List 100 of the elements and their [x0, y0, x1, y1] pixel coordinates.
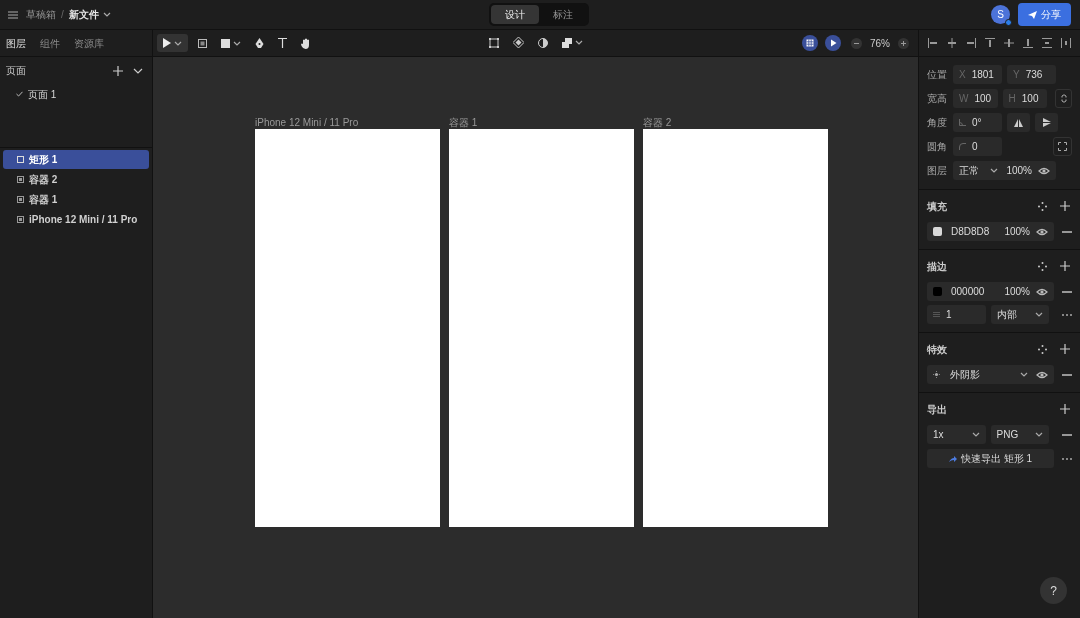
avatar[interactable]: S — [991, 5, 1010, 24]
chevron-down-icon[interactable] — [990, 168, 999, 173]
layer-item[interactable]: 容器 1 — [3, 190, 149, 209]
field-value: 1 — [946, 308, 952, 322]
field-value: 0° — [972, 116, 982, 130]
grid-icon[interactable] — [802, 35, 818, 51]
color-swatch[interactable] — [933, 227, 942, 236]
four-dots-icon[interactable] — [1038, 261, 1047, 271]
stroke-position-field[interactable]: 内部 — [990, 305, 1049, 324]
frame-icon — [17, 176, 24, 183]
more-icon[interactable] — [1062, 457, 1072, 460]
blend-mode-field[interactable]: 正常 100% — [953, 161, 1056, 180]
layer-item[interactable]: iPhone 12 Mini / 11 Pro — [3, 210, 149, 229]
input-field[interactable]: H 100 — [1002, 89, 1048, 108]
section-title: 描边 — [927, 259, 947, 274]
mode-tab[interactable]: 标注 — [539, 5, 587, 24]
distribute-horizontal-icon[interactable] — [1061, 38, 1071, 48]
flip-vertical-button[interactable] — [1035, 113, 1058, 132]
scale-dropdown[interactable]: 1x — [927, 425, 986, 444]
panel-tab[interactable]: 图层 — [6, 35, 26, 51]
panel-tab[interactable]: 组件 — [40, 35, 60, 51]
layer-item[interactable]: 容器 2 — [3, 170, 149, 189]
plus-icon[interactable] — [113, 65, 123, 76]
effect-field[interactable]: 外阴影 — [927, 365, 1054, 384]
input-field[interactable]: X 1801 — [953, 65, 1002, 84]
menu-icon[interactable] — [8, 10, 18, 19]
flip-horizontal-button[interactable] — [1007, 113, 1030, 132]
field-value: 外阴影 — [950, 368, 980, 382]
independent-corners-button[interactable] — [1053, 137, 1072, 156]
frame-icon — [17, 216, 24, 223]
help-button[interactable]: ? — [1040, 577, 1067, 604]
half-circle-icon[interactable] — [538, 37, 548, 48]
align-center-icon[interactable] — [947, 38, 957, 48]
chevron-down-icon[interactable] — [133, 67, 143, 74]
format-dropdown[interactable]: PNG — [990, 425, 1049, 444]
select-tool-button[interactable] — [157, 34, 188, 52]
minus-icon[interactable] — [1062, 290, 1072, 293]
export-arrow-icon — [948, 455, 957, 462]
plus-icon[interactable] — [1060, 201, 1070, 211]
minus-icon[interactable] — [1062, 373, 1072, 376]
page-item[interactable]: 页面 1 — [0, 84, 152, 104]
input-field[interactable]: 0 — [953, 137, 1002, 156]
field-value: 100 — [1021, 92, 1039, 106]
minus-icon[interactable] — [1062, 230, 1072, 233]
chevron-down-icon[interactable] — [174, 40, 182, 46]
mode-tab[interactable]: 设计 — [491, 5, 539, 24]
frame-tool-icon[interactable] — [198, 38, 207, 48]
eye-icon[interactable] — [1036, 287, 1048, 296]
plus-icon[interactable] — [1060, 344, 1070, 354]
four-dots-icon[interactable] — [1038, 344, 1047, 354]
eye-icon[interactable] — [1036, 370, 1048, 379]
zoom-out-icon[interactable] — [851, 37, 862, 49]
distribute-vertical-icon[interactable] — [1042, 38, 1052, 48]
chevron-down-icon[interactable] — [102, 12, 111, 17]
chevron-down-icon[interactable] — [971, 432, 980, 437]
color-field[interactable]: D8D8D8 100% — [927, 222, 1054, 241]
rectangle-tool-icon[interactable] — [221, 38, 230, 48]
align-middle-icon[interactable] — [1004, 38, 1014, 48]
align-top-icon[interactable] — [985, 38, 995, 48]
angle-icon — [959, 119, 966, 126]
chevron-down-icon[interactable] — [1035, 312, 1043, 317]
field-value: D8D8D8 — [951, 225, 990, 239]
breadcrumb-item[interactable]: 新文件 — [68, 7, 99, 22]
bounding-box-icon[interactable] — [489, 37, 499, 48]
eye-icon[interactable] — [1038, 166, 1050, 175]
constrain-button[interactable] — [1055, 89, 1072, 108]
layer-item[interactable]: 矩形 1 — [3, 150, 149, 169]
plus-icon[interactable] — [1060, 261, 1070, 271]
chevron-down-icon[interactable] — [575, 40, 583, 45]
frame-label[interactable]: 容器 2 — [643, 118, 828, 127]
hand-tool-icon[interactable] — [301, 37, 311, 49]
input-field[interactable]: 1 — [927, 305, 986, 324]
zoom-level[interactable]: 76% — [869, 35, 891, 51]
eye-icon[interactable] — [1036, 227, 1048, 236]
zoom-in-icon[interactable] — [898, 37, 909, 49]
more-icon[interactable] — [1062, 313, 1072, 316]
frame-label[interactable]: 容器 1 — [449, 118, 634, 127]
quick-export-button[interactable]: 快速导出 矩形 1 — [927, 449, 1054, 468]
panel-tab[interactable]: 资源库 — [74, 35, 104, 51]
input-field[interactable]: 0° — [953, 113, 1002, 132]
boolean-icon[interactable] — [562, 37, 572, 48]
pen-tool-icon[interactable] — [255, 38, 264, 48]
align-bottom-icon[interactable] — [1023, 38, 1033, 48]
plus-icon[interactable] — [1060, 404, 1070, 414]
play-icon[interactable] — [825, 35, 841, 51]
align-right-icon[interactable] — [966, 38, 976, 48]
chevron-down-icon[interactable] — [1020, 372, 1028, 377]
chevron-down-icon[interactable] — [1035, 432, 1043, 437]
breadcrumb-item[interactable]: 草稿箱 — [26, 7, 56, 22]
diamond-icon[interactable] — [513, 37, 524, 48]
align-left-icon[interactable] — [928, 38, 938, 48]
frame-label[interactable]: iPhone 12 Mini / 11 Pro — [255, 118, 440, 127]
input-field[interactable]: W 100 — [953, 89, 998, 108]
share-button[interactable]: 分享 — [1018, 3, 1071, 26]
chevron-down-icon[interactable] — [233, 40, 241, 46]
minus-icon[interactable] — [1062, 433, 1072, 436]
color-field[interactable]: 000000 100% — [927, 282, 1054, 301]
four-dots-icon[interactable] — [1038, 201, 1047, 211]
color-swatch[interactable] — [933, 287, 942, 296]
text-tool-icon[interactable] — [278, 38, 287, 48]
